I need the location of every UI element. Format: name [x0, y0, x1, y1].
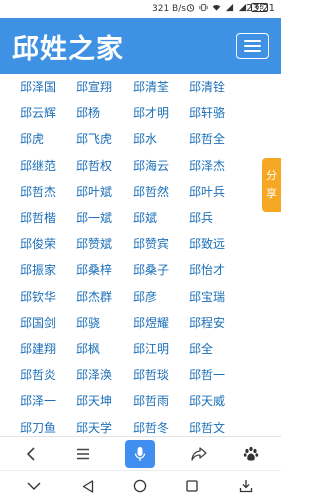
signal-4g-icon	[225, 3, 234, 12]
name-link[interactable]: 邱彦	[133, 288, 157, 305]
name-link[interactable]: 邱清铨	[189, 78, 225, 95]
name-link[interactable]: 邱枫	[76, 340, 100, 357]
name-link[interactable]: 邱刀鱼	[20, 419, 56, 436]
name-link[interactable]: 邱江明	[133, 340, 169, 357]
hamburger-icon-bar	[244, 50, 261, 52]
name-link[interactable]: 邱水	[133, 130, 157, 147]
network-speed: 321 B/s	[152, 4, 186, 14]
name-link[interactable]: 邱国剑	[20, 314, 56, 331]
name-link[interactable]: 邱钦华	[20, 288, 56, 305]
system-nav-bar	[0, 470, 281, 500]
name-link[interactable]: 邱全	[189, 340, 213, 357]
name-link[interactable]: 邱哲雨	[133, 392, 169, 409]
nav-notifications-button[interactable]	[232, 471, 260, 500]
microphone-icon	[134, 447, 146, 461]
voice-search-button[interactable]	[125, 440, 155, 468]
name-link[interactable]: 邱宣翔	[76, 78, 112, 95]
name-link[interactable]: 邱杨	[76, 104, 100, 121]
clock: 23:21	[246, 3, 275, 14]
name-link[interactable]: 邱赞斌	[76, 235, 112, 252]
name-link[interactable]: 邱哲全	[189, 130, 225, 147]
name-link[interactable]: 邱海云	[133, 157, 169, 174]
name-link[interactable]: 邱宝瑞	[189, 288, 225, 305]
name-link[interactable]: 邱哲一	[189, 366, 225, 383]
vibrate-icon	[199, 3, 208, 12]
home-circle-icon	[133, 479, 147, 493]
name-link[interactable]: 邱哲然	[133, 183, 169, 200]
name-link[interactable]: 邱怡才	[189, 261, 225, 278]
hamburger-icon-bar	[244, 45, 261, 47]
name-link[interactable]: 邱云辉	[20, 104, 56, 121]
wifi-icon	[212, 5, 221, 11]
name-link[interactable]: 邱桑子	[133, 261, 169, 278]
name-link[interactable]: 邱杰群	[76, 288, 112, 305]
chevron-down-icon	[27, 482, 41, 490]
paw-icon	[243, 446, 259, 461]
name-link[interactable]: 邱赞宾	[133, 235, 169, 252]
status-bar: 321 B/s 65 23:21	[0, 0, 281, 18]
site-header: 邱姓之家	[0, 18, 281, 74]
name-link[interactable]: 邱天坤	[76, 392, 112, 409]
name-link[interactable]: 邱飞虎	[76, 130, 112, 147]
back-button[interactable]	[14, 437, 48, 471]
name-link[interactable]: 邱泽涣	[76, 366, 112, 383]
menu-button[interactable]	[236, 33, 269, 59]
name-link[interactable]: 邱建翔	[20, 340, 56, 357]
name-link[interactable]: 邱骁	[76, 314, 100, 331]
share-label-1: 分	[266, 169, 277, 182]
share-label-2: 享	[266, 187, 277, 200]
list-icon	[77, 448, 89, 460]
share-arrow-icon	[191, 447, 207, 461]
baidu-button[interactable]	[234, 437, 268, 471]
chevron-left-icon	[26, 447, 35, 461]
name-link[interactable]: 邱斌	[133, 209, 157, 226]
name-link[interactable]: 邱哲冬	[133, 419, 169, 436]
forward-share-button[interactable]	[182, 437, 216, 471]
name-link[interactable]: 邱兵	[189, 209, 213, 226]
name-link[interactable]: 邱叶兵	[189, 183, 225, 200]
nav-home-button[interactable]	[126, 471, 154, 500]
browser-toolbar	[0, 436, 281, 470]
download-tray-icon	[239, 480, 253, 493]
name-link[interactable]: 邱才明	[133, 104, 169, 121]
name-link[interactable]: 邱继范	[20, 157, 56, 174]
alarm-icon	[186, 4, 195, 12]
back-triangle-icon	[82, 479, 94, 493]
name-link[interactable]: 邱天学	[76, 419, 112, 436]
name-link[interactable]: 邱虎	[20, 130, 44, 147]
name-link[interactable]: 邱一斌	[76, 209, 112, 226]
name-link[interactable]: 邱煜耀	[133, 314, 169, 331]
site-logo[interactable]: 邱姓之家	[12, 27, 124, 66]
menu-list-button[interactable]	[66, 437, 100, 471]
name-link[interactable]: 邱俊荣	[20, 235, 56, 252]
hamburger-icon-bar	[244, 40, 261, 42]
name-link[interactable]: 邱程安	[189, 314, 225, 331]
name-link[interactable]: 邱轩骆	[189, 104, 225, 121]
name-link[interactable]: 邱叶斌	[76, 183, 112, 200]
name-link[interactable]: 邱哲琰	[133, 366, 169, 383]
name-link[interactable]: 邱泽杰	[189, 157, 225, 174]
name-link[interactable]: 邱哲杰	[20, 183, 56, 200]
name-link[interactable]: 邱天威	[189, 392, 225, 409]
nav-back-button[interactable]	[74, 471, 102, 500]
name-link[interactable]: 邱振家	[20, 261, 56, 278]
name-link[interactable]: 邱哲文	[189, 419, 225, 436]
name-link[interactable]: 邱哲炎	[20, 366, 56, 383]
name-link[interactable]: 邱致远	[189, 235, 225, 252]
nav-recents-button[interactable]	[178, 471, 206, 500]
name-link[interactable]: 邱清荃	[133, 78, 169, 95]
name-link[interactable]: 邱泽国	[20, 78, 56, 95]
name-link[interactable]: 邱桑梓	[76, 261, 112, 278]
name-link[interactable]: 邱泽一	[20, 392, 56, 409]
nav-menu-button[interactable]	[20, 471, 48, 500]
recents-square-icon	[186, 480, 198, 492]
name-link[interactable]: 邱哲权	[76, 157, 112, 174]
name-link[interactable]: 邱哲楷	[20, 209, 56, 226]
share-button[interactable]: 分 享	[262, 158, 281, 212]
